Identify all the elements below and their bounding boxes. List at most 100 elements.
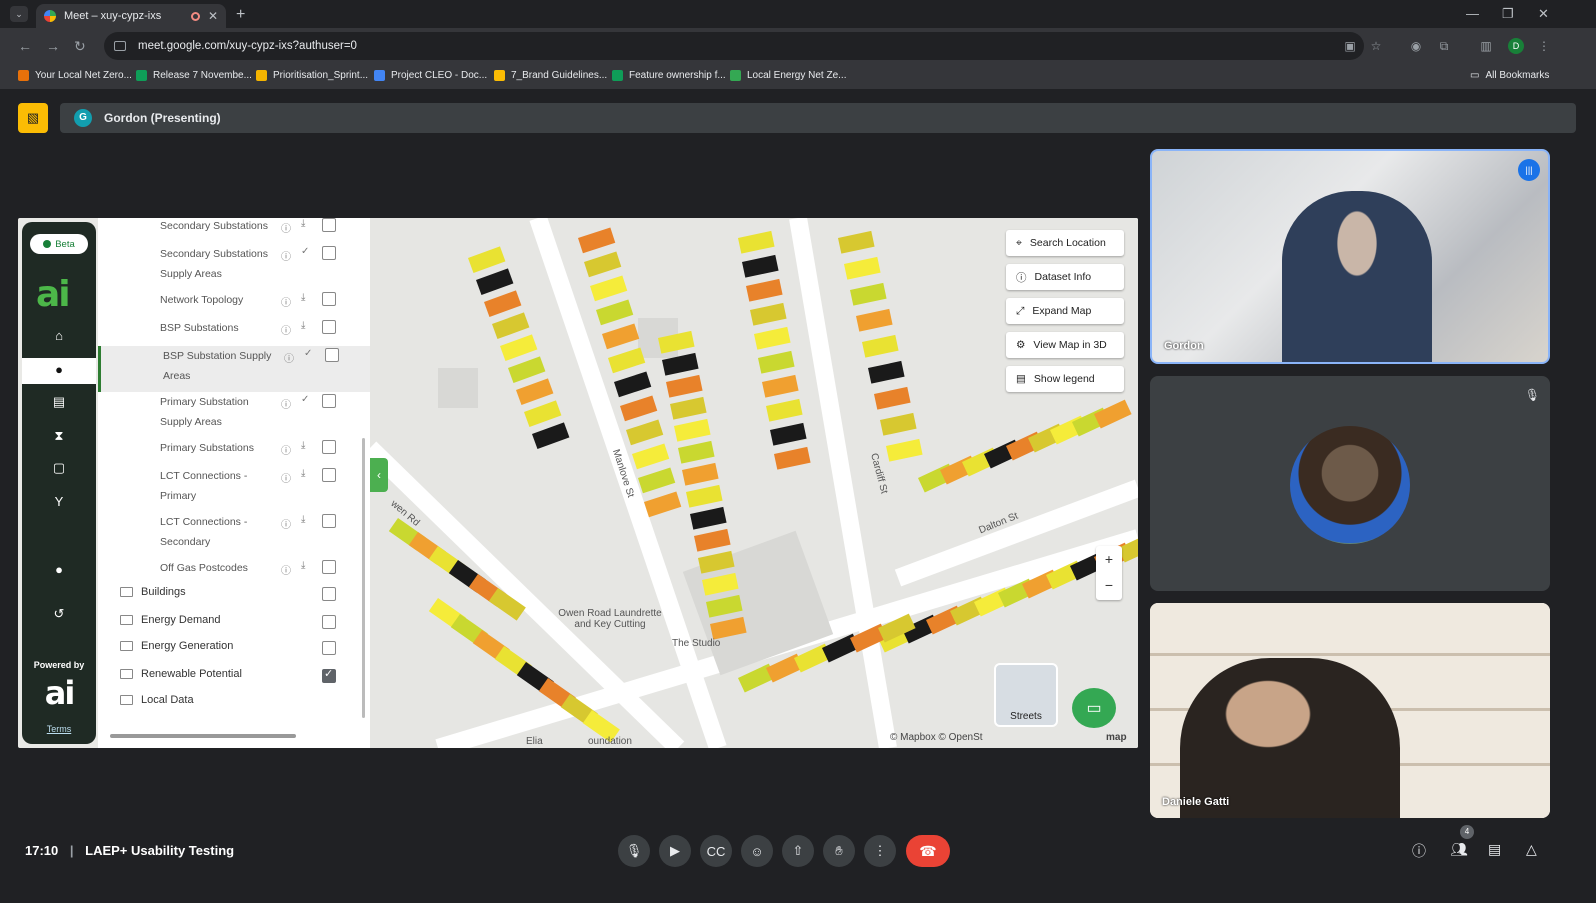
logout-icon[interactable]: ↺ xyxy=(44,606,74,626)
bookmark-item[interactable]: Feature ownership f... xyxy=(612,70,726,81)
search-location-button[interactable]: ⌖ Search Location xyxy=(1006,230,1124,256)
support-chat-button[interactable]: ▭ xyxy=(1072,688,1116,728)
raise-hand-button[interactable]: ✋︎ xyxy=(823,835,855,867)
map-pin-icon[interactable]: ● xyxy=(44,362,74,382)
view-3d-button[interactable]: ⚙ View Map in 3D xyxy=(1006,332,1124,358)
participant-tile-gordon[interactable]: ||| Gordon xyxy=(1150,149,1550,364)
camera-in-use-icon[interactable]: ▣ xyxy=(1342,38,1358,54)
info-icon[interactable]: ⓘ xyxy=(281,396,291,411)
tab-search-button[interactable]: ⌄ xyxy=(10,6,28,22)
extensions-puzzle-icon[interactable]: ⧉ xyxy=(1436,38,1452,54)
bookmark-item[interactable]: Local Energy Net Ze... xyxy=(730,70,847,81)
bookmark-item[interactable]: Release 7 Novembe... xyxy=(136,70,252,81)
reactions-button[interactable]: ☺ xyxy=(741,835,773,867)
extension-icon[interactable]: ◉ xyxy=(1408,38,1424,54)
folder-checkbox[interactable] xyxy=(322,615,336,629)
download-icon[interactable]: ⤓ xyxy=(301,218,305,229)
layer-row[interactable]: Secondary Substations Supply Areas ⓘ ✓ xyxy=(98,244,370,290)
collapse-panel-button[interactable]: ‹ xyxy=(370,458,388,492)
restore-icon[interactable]: ❐ xyxy=(1502,6,1514,22)
meeting-info-icon[interactable]: ⓘ xyxy=(1412,841,1426,861)
download-icon[interactable]: ⤓ xyxy=(301,514,305,525)
microphone-button[interactable]: 🎙︎ xyxy=(618,835,650,867)
layer-checkbox[interactable] xyxy=(322,246,336,260)
basemap-switcher[interactable]: Streets xyxy=(994,663,1058,727)
layer-panel-hscrollbar[interactable] xyxy=(110,734,296,738)
expand-map-button[interactable]: ⤢ Expand Map xyxy=(1006,298,1124,324)
hourglass-icon[interactable]: ⧗ xyxy=(44,428,74,448)
layer-row[interactable]: BSP Substation Supply Areas ⓘ ✓ xyxy=(98,346,370,392)
leave-call-button[interactable]: ☎︎ xyxy=(906,835,950,867)
present-button[interactable]: ⇧ xyxy=(782,835,814,867)
side-panel-icon[interactable]: ▥ xyxy=(1478,38,1494,54)
activities-icon[interactable]: △ xyxy=(1526,841,1537,858)
layer-row[interactable]: BSP Substations ⓘ ⤓ xyxy=(98,318,370,342)
info-icon[interactable]: ⓘ xyxy=(281,516,291,531)
layer-row[interactable]: Network Topology ⓘ ⤓ xyxy=(98,290,370,314)
document-icon[interactable]: ▤ xyxy=(44,394,74,414)
folder-checkbox[interactable] xyxy=(322,587,336,601)
layer-row[interactable]: LCT Connections - Primary ⓘ ⤓ xyxy=(98,466,370,512)
download-icon[interactable]: ⤓ xyxy=(301,560,305,571)
layer-checkbox[interactable] xyxy=(322,320,336,334)
info-icon[interactable]: ⓘ xyxy=(284,350,294,365)
home-icon[interactable]: ⌂ xyxy=(44,328,74,348)
info-icon[interactable]: ⓘ xyxy=(281,470,291,485)
terms-link[interactable]: Terms xyxy=(22,724,96,734)
people-icon[interactable]: 👥︎ xyxy=(1450,841,1468,858)
forward-icon[interactable]: → xyxy=(46,38,60,54)
layer-checkbox[interactable] xyxy=(322,218,336,232)
info-icon[interactable]: ⓘ xyxy=(281,442,291,457)
info-icon[interactable]: ⓘ xyxy=(281,294,291,309)
reload-icon[interactable]: ↻ xyxy=(74,38,86,55)
profile-avatar[interactable]: D xyxy=(1508,38,1524,54)
folder-row[interactable]: Energy Demand xyxy=(120,614,221,626)
dataset-info-button[interactable]: ⓘ Dataset Info xyxy=(1006,264,1124,290)
user-avatar-icon[interactable]: ● xyxy=(44,562,74,582)
participant-tile-daniele[interactable]: Daniele Gatti xyxy=(1150,603,1550,818)
check-icon[interactable]: ✓ xyxy=(301,394,309,405)
minimize-icon[interactable]: — xyxy=(1466,6,1479,21)
address-bar[interactable]: meet.google.com/xuy-cypz-ixs?authuser=0 xyxy=(104,32,1364,60)
map-attribution[interactable]: © Mapbox © OpenSt xyxy=(890,732,983,743)
info-icon[interactable]: ⓘ xyxy=(281,248,291,263)
bookmark-item[interactable]: Your Local Net Zero... xyxy=(18,70,132,81)
layer-checkbox[interactable] xyxy=(322,394,336,408)
folder-row[interactable]: Local Data xyxy=(120,694,194,706)
branch-icon[interactable]: Y xyxy=(44,494,74,514)
check-icon[interactable]: ✓ xyxy=(301,246,309,257)
download-icon[interactable]: ⤓ xyxy=(301,468,305,479)
layer-row[interactable]: Secondary Substations ⓘ ⤓ xyxy=(98,218,370,240)
layer-row[interactable]: Off Gas Postcodes ⓘ ⤓ xyxy=(98,558,370,582)
folder-checkbox[interactable] xyxy=(322,641,336,655)
more-options-button[interactable]: ⋮ xyxy=(864,835,896,867)
folder-row[interactable]: Buildings xyxy=(120,586,186,598)
layer-row[interactable]: Primary Substation Supply Areas ⓘ ✓ xyxy=(98,392,370,438)
menu-kebab-icon[interactable]: ⋮ xyxy=(1536,38,1552,54)
layer-row[interactable]: Primary Substations ⓘ ⤓ xyxy=(98,438,370,462)
close-window-icon[interactable]: ✕ xyxy=(1538,6,1549,22)
check-icon[interactable]: ✓ xyxy=(304,348,312,359)
folder-checkbox[interactable] xyxy=(322,667,336,683)
camera-button[interactable]: ▶ xyxy=(659,835,691,867)
info-icon[interactable]: ⓘ xyxy=(281,562,291,577)
new-tab-button[interactable]: + xyxy=(236,6,245,24)
folder-row[interactable]: Renewable Potential xyxy=(120,668,242,680)
download-icon[interactable]: ⤓ xyxy=(301,440,305,451)
layer-checkbox[interactable] xyxy=(325,348,339,362)
bookmark-item[interactable]: Project CLEO - Doc... xyxy=(374,70,487,81)
browser-tab[interactable]: Meet – xuy-cypz-ixs ✕ xyxy=(36,4,226,28)
show-legend-button[interactable]: ▤ Show legend xyxy=(1006,366,1124,392)
info-icon[interactable]: ⓘ xyxy=(281,220,291,235)
zoom-out-button[interactable]: − xyxy=(1096,572,1122,598)
layer-checkbox[interactable] xyxy=(322,468,336,482)
folder-row[interactable]: Energy Generation xyxy=(120,640,233,652)
chat-icon[interactable]: ▤ xyxy=(1488,841,1501,858)
chat-icon[interactable]: ▢ xyxy=(44,460,74,480)
bookmark-star-icon[interactable]: ☆ xyxy=(1368,38,1384,54)
zoom-in-button[interactable]: + xyxy=(1096,546,1122,572)
info-icon[interactable]: ⓘ xyxy=(281,322,291,337)
layer-row[interactable]: LCT Connections - Secondary ⓘ ⤓ xyxy=(98,512,370,558)
layer-checkbox[interactable] xyxy=(322,560,336,574)
all-bookmarks-button[interactable]: ▭ All Bookmarks xyxy=(1470,70,1549,81)
